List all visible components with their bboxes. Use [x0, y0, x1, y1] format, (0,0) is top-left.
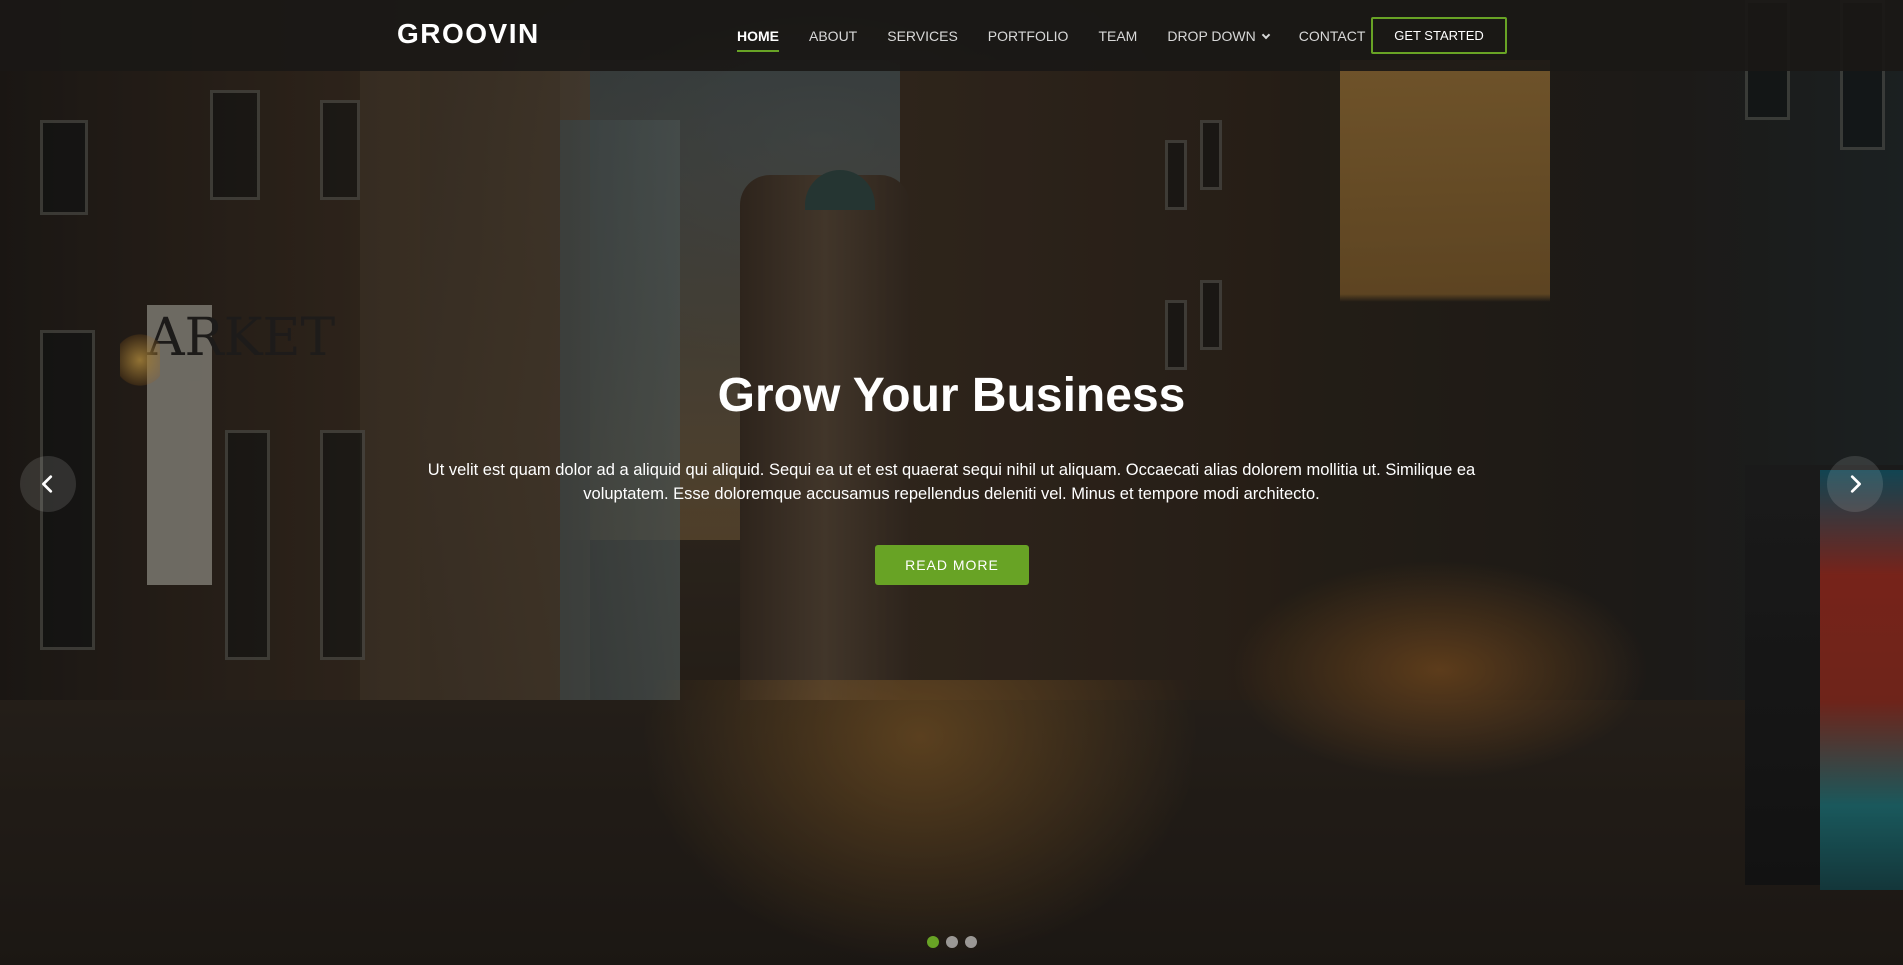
chevron-right-icon	[1850, 475, 1861, 493]
read-more-button[interactable]: READ MORE	[875, 545, 1029, 585]
nav-item-drop-down-label: DROP DOWN	[1167, 27, 1256, 44]
get-started-button[interactable]: GET STARTED	[1371, 17, 1507, 54]
nav-item-contact[interactable]: CONTACT	[1299, 22, 1366, 50]
main-nav: HOME ABOUT SERVICES PORTFOLIO TEAM DROP …	[737, 0, 1395, 71]
carousel-indicator[interactable]	[927, 936, 939, 948]
nav-item-team[interactable]: TEAM	[1098, 22, 1137, 50]
carousel-indicator[interactable]	[946, 936, 958, 948]
site-logo[interactable]: GROOVIN	[397, 18, 540, 50]
hero-title: Grow Your Business	[717, 369, 1186, 422]
carousel-prev-button[interactable]	[20, 456, 76, 512]
carousel-next-button[interactable]	[1827, 456, 1883, 512]
nav-item-services[interactable]: SERVICES	[887, 22, 958, 50]
nav-item-drop-down[interactable]: DROP DOWN	[1167, 22, 1270, 50]
carousel-indicators	[927, 936, 977, 948]
nav-item-about[interactable]: ABOUT	[809, 22, 857, 50]
hero-text: Ut velit est quam dolor ad a aliquid qui…	[427, 461, 1476, 503]
site-header: GROOVIN HOME ABOUT SERVICES PORTFOLIO TE…	[0, 0, 1903, 71]
carousel-indicator[interactable]	[965, 936, 977, 948]
chevron-left-icon	[42, 475, 53, 493]
nav-item-home[interactable]: HOME	[737, 22, 779, 52]
chevron-down-icon	[1261, 30, 1270, 39]
nav-item-portfolio[interactable]: PORTFOLIO	[988, 22, 1069, 50]
